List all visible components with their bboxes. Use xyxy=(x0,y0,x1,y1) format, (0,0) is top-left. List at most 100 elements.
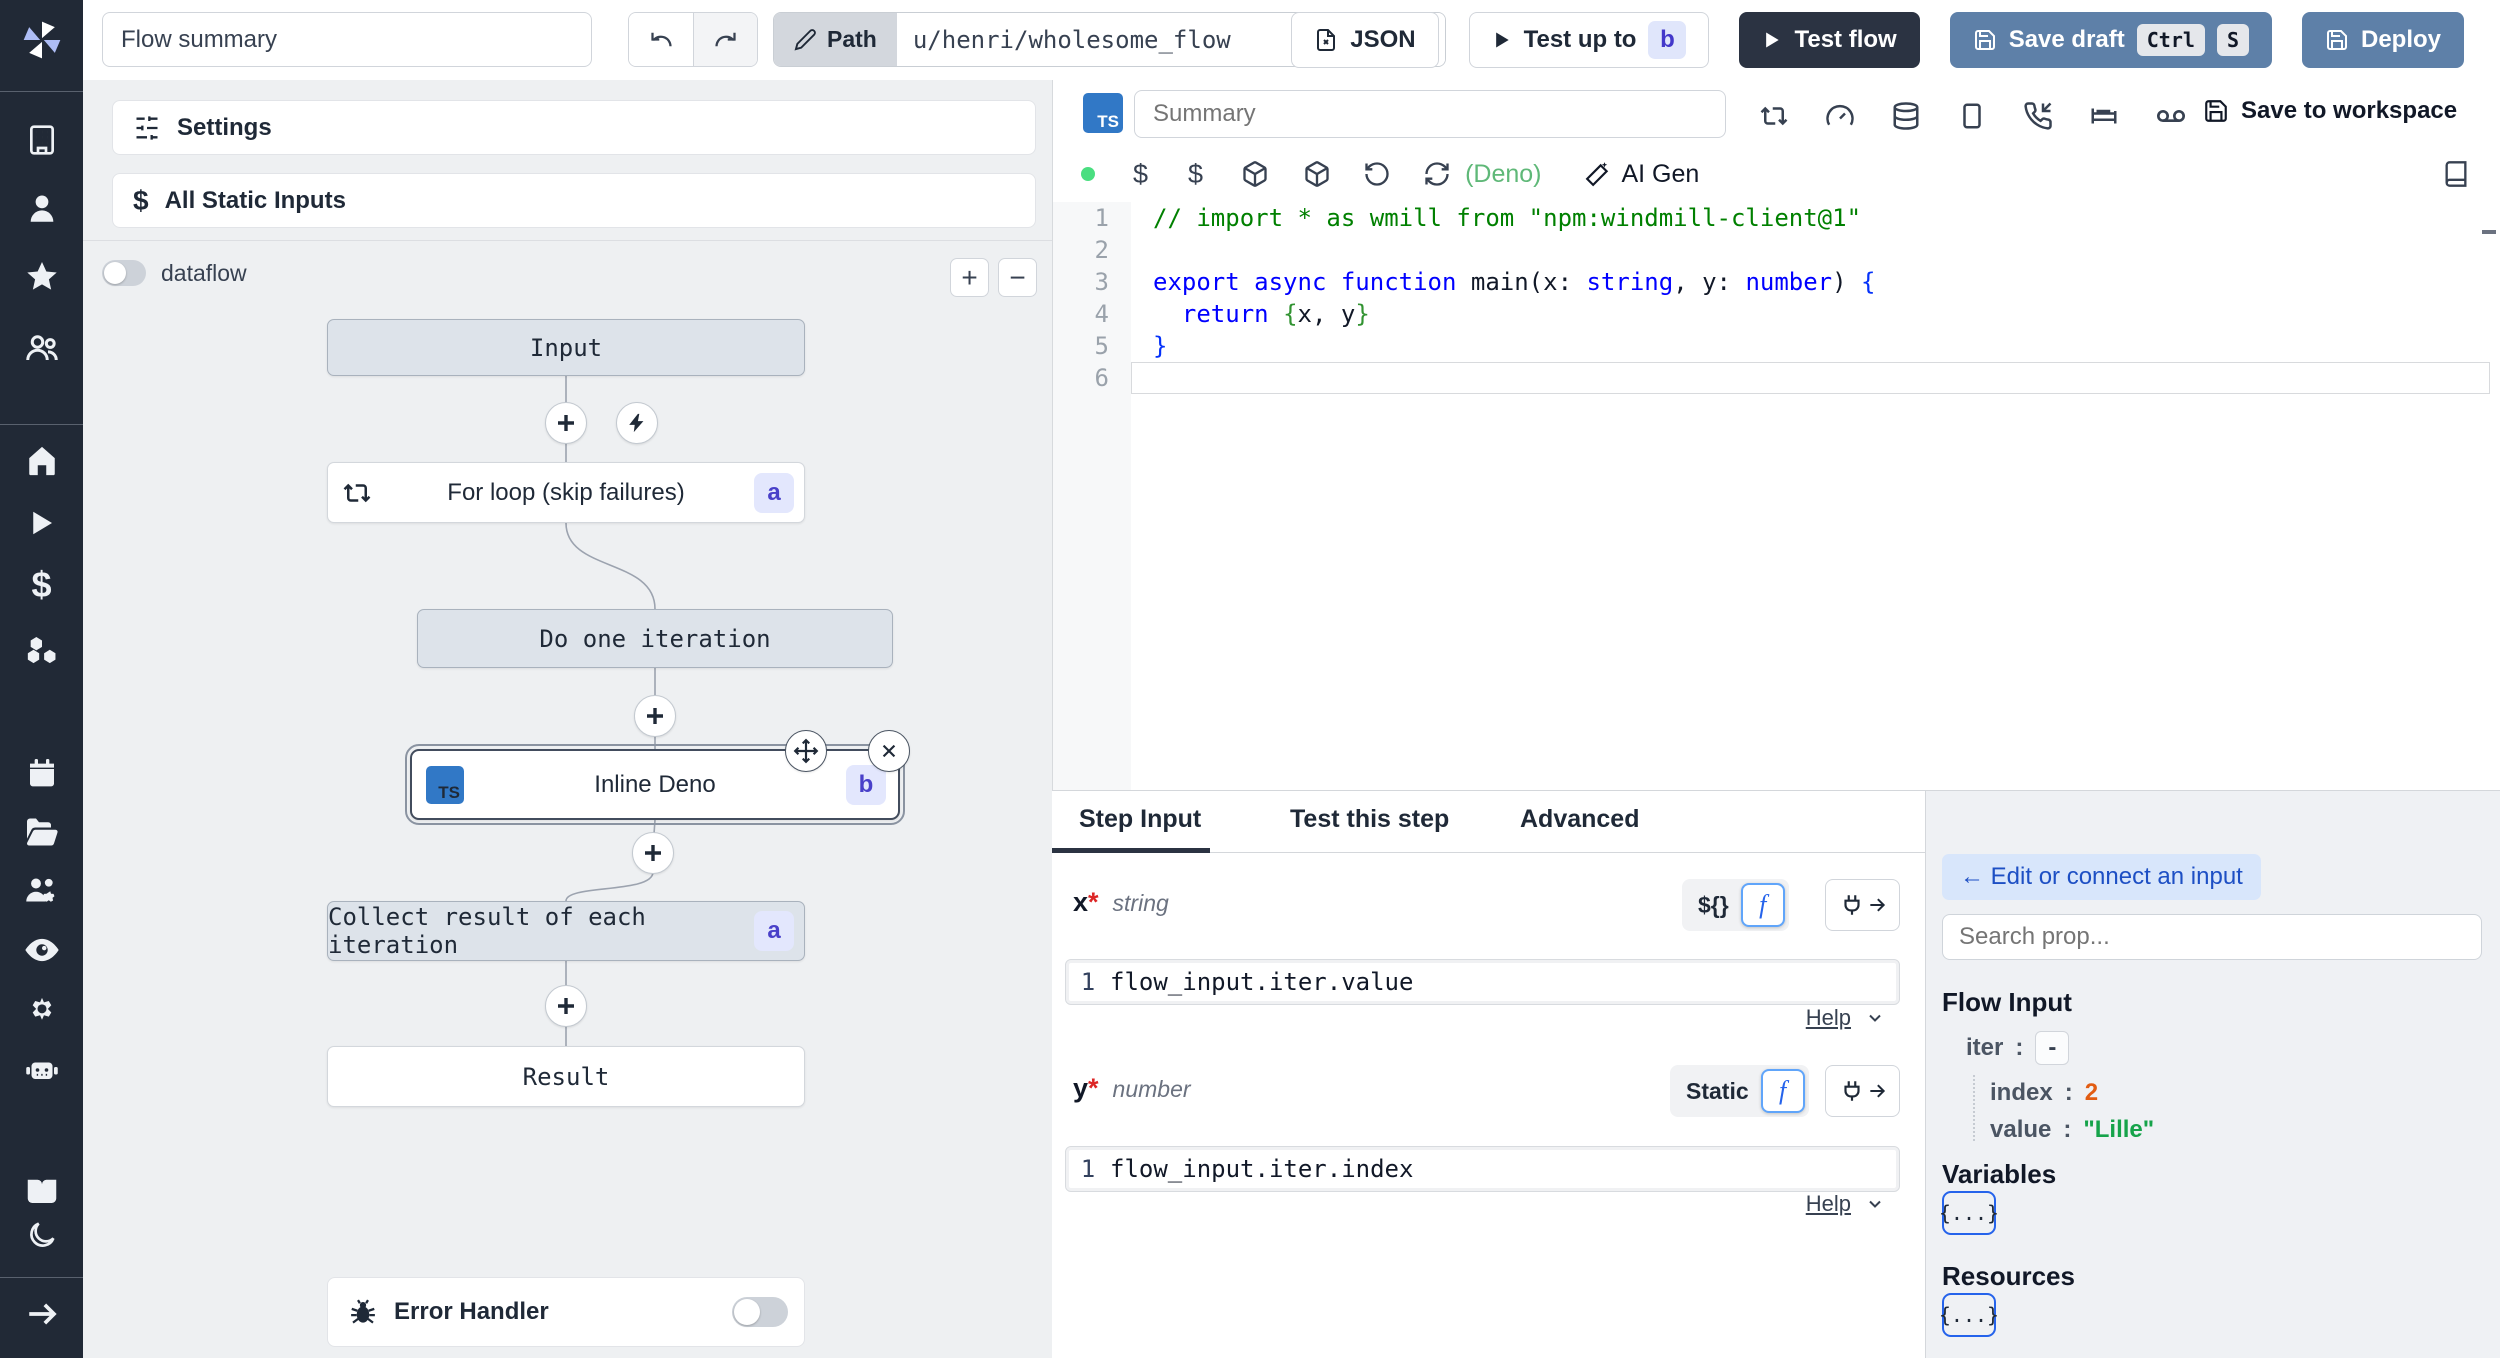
flow-settings-button[interactable]: Settings xyxy=(112,100,1036,155)
package-icon[interactable] xyxy=(1303,160,1331,188)
schedules-calendar-icon[interactable] xyxy=(0,755,83,791)
field-x-expression-input[interactable]: 1 flow_input.iter.value xyxy=(1065,959,1900,1005)
field-y-mode-toggle[interactable]: Static f xyxy=(1670,1065,1809,1117)
redo-button[interactable] xyxy=(693,13,757,66)
library-book-icon[interactable] xyxy=(2442,160,2470,188)
cache-database-icon[interactable] xyxy=(1891,101,1921,131)
tab-advanced[interactable]: Advanced xyxy=(1520,805,1639,834)
retry-repeat-icon[interactable] xyxy=(1759,101,1789,131)
field-x-connect-button[interactable] xyxy=(1825,879,1900,931)
reset-rotate-ccw-icon[interactable] xyxy=(1363,160,1391,188)
node-for-loop[interactable]: For loop (skip failures) a xyxy=(327,462,805,523)
dark-mode-moon-icon[interactable] xyxy=(0,1218,83,1252)
tree-key: value xyxy=(1990,1116,2052,1143)
groups-icon[interactable] xyxy=(0,330,83,366)
dataflow-toggle[interactable] xyxy=(102,260,146,286)
zoom-in-button[interactable]: + xyxy=(950,258,989,297)
variables-dollar-icon[interactable]: $ xyxy=(0,564,83,605)
flow-summary-input[interactable] xyxy=(102,12,592,67)
resources-expand-chip[interactable]: {...} xyxy=(1939,1293,1999,1337)
code-line[interactable]: 6 xyxy=(1053,362,2500,394)
favorites-star-icon[interactable] xyxy=(0,259,83,295)
code-line[interactable]: 1// import * as wmill from "npm:windmill… xyxy=(1053,202,2500,234)
code-line[interactable]: 5} xyxy=(1053,330,2500,362)
node-inline-deno-selected[interactable]: TS Inline Deno b xyxy=(405,744,905,825)
test-flow-button[interactable]: Test flow xyxy=(1739,12,1920,68)
tree-key: iter xyxy=(1966,1034,2004,1061)
variables-expand-chip[interactable]: {...} xyxy=(1939,1191,1999,1235)
audit-eye-icon[interactable] xyxy=(0,932,83,968)
windmill-logo-icon[interactable] xyxy=(0,16,83,64)
error-handler-toggle[interactable] xyxy=(732,1297,788,1327)
add-step-button[interactable] xyxy=(632,832,674,874)
function-mode-chip[interactable]: f xyxy=(1740,883,1785,927)
package-icon[interactable] xyxy=(1241,160,1269,188)
mock-square-icon[interactable] xyxy=(1957,101,1987,131)
tree-row-index[interactable]: index : 2 xyxy=(1990,1079,2098,1107)
move-step-handle[interactable] xyxy=(785,730,827,772)
deploy-button[interactable]: Deploy xyxy=(2301,12,2464,68)
prop-search-input[interactable] xyxy=(1942,914,2482,960)
add-step-button[interactable] xyxy=(634,695,676,737)
field-x-help-link[interactable]: Help xyxy=(1806,1005,1885,1031)
save-to-workspace-button[interactable]: Save to workspace xyxy=(2203,97,2457,125)
tab-step-input[interactable]: Step Input xyxy=(1079,805,1201,834)
add-resource-dollar-icon[interactable]: $ xyxy=(1188,159,1203,190)
trigger-bolt-button[interactable] xyxy=(616,402,658,444)
tree-row-iter[interactable]: iter : - xyxy=(1966,1031,2070,1065)
field-y-expression-input[interactable]: 1 flow_input.iter.index xyxy=(1065,1146,1900,1192)
scrollbar-dash[interactable] xyxy=(2482,230,2496,234)
node-result[interactable]: Result xyxy=(327,1046,805,1107)
test-up-to-button[interactable]: Test up to b xyxy=(1468,12,1710,68)
user-icon[interactable] xyxy=(0,191,83,227)
all-static-inputs-button[interactable]: $ All Static Inputs xyxy=(112,173,1036,228)
settings-gear-icon[interactable] xyxy=(0,991,83,1027)
sleep-bed-icon[interactable] xyxy=(2089,101,2119,131)
code-line[interactable]: 3 export async function main(x: string, y… xyxy=(1053,266,2500,298)
workspace-building-icon[interactable] xyxy=(0,122,83,158)
ai-robot-icon[interactable] xyxy=(0,1052,83,1088)
topbar: Path JSON Test up to b Test flow Save dr… xyxy=(83,0,2500,80)
voicemail-icon[interactable] xyxy=(2155,100,2187,132)
code-line[interactable]: 2 xyxy=(1053,234,2500,266)
add-variable-dollar-icon[interactable]: $ xyxy=(1133,159,1148,190)
tree-key: index xyxy=(1990,1079,2053,1106)
node-input[interactable]: Input xyxy=(327,319,805,376)
undo-button[interactable] xyxy=(629,13,693,66)
function-mode-chip[interactable]: f xyxy=(1760,1069,1805,1113)
collapse-chip[interactable]: - xyxy=(2035,1031,2070,1065)
workers-users-gear-icon[interactable] xyxy=(0,873,83,909)
tree-value-number: 2 xyxy=(2084,1079,2099,1106)
error-handler-bar[interactable]: Error Handler xyxy=(327,1277,805,1347)
home-icon[interactable] xyxy=(0,443,83,479)
node-do-one-iteration[interactable]: Do one iteration xyxy=(417,609,893,668)
add-step-button[interactable] xyxy=(545,402,587,444)
code-line[interactable]: 4 return {x, y} xyxy=(1053,298,2500,330)
field-x-mode-toggle[interactable]: ${} f xyxy=(1682,879,1789,931)
path-chip[interactable]: Path xyxy=(774,13,897,66)
node-collect-result[interactable]: Collect result of each iteration a xyxy=(327,901,805,961)
reload-refresh-icon[interactable] xyxy=(1423,160,1451,188)
runtime-label[interactable]: (Deno) xyxy=(1465,160,1541,189)
docs-book-icon[interactable] xyxy=(0,1173,83,1209)
zoom-out-button[interactable]: − xyxy=(998,258,1037,297)
json-button[interactable]: JSON xyxy=(1291,12,1439,68)
phone-incoming-icon[interactable] xyxy=(2023,101,2053,131)
code-editor[interactable]: 1// import * as wmill from "npm:windmill… xyxy=(1053,202,2500,790)
tree-row-value[interactable]: value : "Lille" xyxy=(1990,1116,2154,1144)
runs-play-icon[interactable] xyxy=(0,505,83,541)
step-summary-input[interactable] xyxy=(1134,90,1726,138)
delete-step-button[interactable] xyxy=(868,730,910,772)
gauge-icon[interactable] xyxy=(1825,101,1855,131)
save-draft-button[interactable]: Save draft Ctrl S xyxy=(1949,12,2272,68)
edit-or-connect-button[interactable]: ← Edit or connect an input xyxy=(1942,854,2261,900)
field-y-connect-button[interactable] xyxy=(1825,1065,1900,1117)
ai-gen-button[interactable]: AI Gen xyxy=(1585,160,1699,189)
resources-cubes-icon[interactable] xyxy=(0,631,83,667)
field-y-help-link[interactable]: Help xyxy=(1806,1191,1885,1217)
folders-icon[interactable] xyxy=(0,814,83,850)
collapse-arrow-icon[interactable] xyxy=(0,1296,83,1332)
add-step-button[interactable] xyxy=(545,985,587,1027)
step-header-icons xyxy=(1759,100,2187,132)
tab-test-this-step[interactable]: Test this step xyxy=(1290,805,1449,834)
